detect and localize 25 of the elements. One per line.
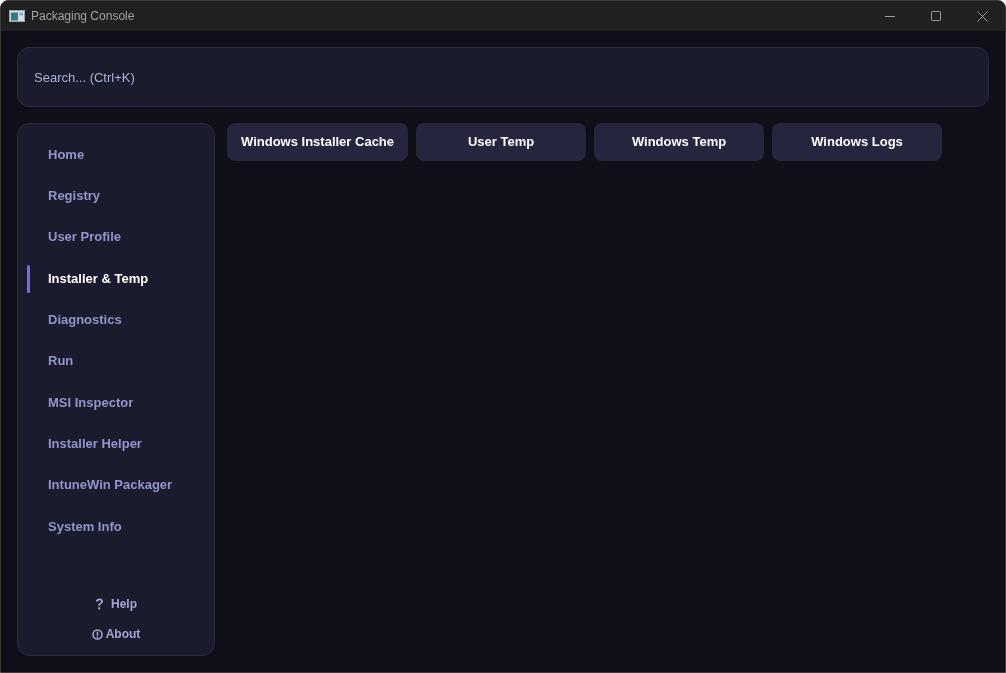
window-title: Packaging Console: [31, 8, 135, 25]
sidebar-item[interactable]: Registry: [18, 175, 214, 217]
section-button[interactable]: Windows Installer Cache: [227, 123, 409, 161]
search-field[interactable]: Search... (Ctrl+K): [17, 47, 989, 107]
sidebar-item[interactable]: Installer & Temp: [18, 257, 214, 300]
sidebar-item[interactable]: MSI Inspector: [18, 381, 214, 424]
help-link[interactable]: Help: [95, 595, 137, 613]
selection-indicator: [27, 264, 30, 293]
sidebar-item[interactable]: User Profile: [18, 216, 214, 258]
sidebar-item[interactable]: System Info: [18, 505, 214, 547]
section-button[interactable]: Windows Temp: [594, 123, 765, 161]
about-link[interactable]: About: [91, 625, 141, 643]
sidebar-item[interactable]: Diagnostics: [18, 299, 214, 341]
sidebar-item[interactable]: Home: [18, 134, 214, 176]
maximize-icon: [931, 11, 941, 21]
close-icon: [976, 10, 988, 22]
section-button[interactable]: Windows Logs: [772, 123, 943, 161]
minimize-icon: [885, 15, 895, 17]
app-icon: [9, 10, 25, 22]
sidebar-item[interactable]: Installer Helper: [18, 423, 214, 465]
sidebar-item[interactable]: IntuneWin Packager: [18, 464, 214, 506]
sidebar-item[interactable]: Run: [18, 340, 214, 382]
info-icon: [91, 628, 103, 640]
question-mark-icon: [95, 598, 104, 610]
section-button[interactable]: User Temp: [416, 123, 587, 161]
